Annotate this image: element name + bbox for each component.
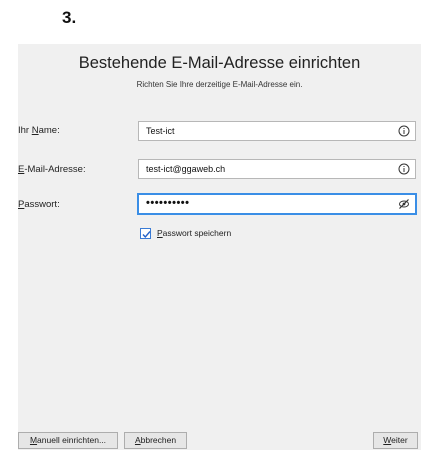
account-setup-dialog: Bestehende E-Mail-Adresse einrichten Ric… [18, 44, 421, 450]
checkmark-icon [142, 231, 151, 239]
name-field[interactable]: Test-ict [138, 121, 416, 141]
info-icon[interactable] [398, 163, 410, 175]
manual-setup-button[interactable]: Manuell einrichten... [18, 432, 118, 449]
email-value: test-ict@ggaweb.ch [146, 164, 226, 174]
name-label: Ihr Name: [18, 125, 60, 136]
remember-password-label: Passwort speichern [157, 228, 232, 238]
name-value: Test-ict [146, 126, 175, 136]
dialog-title: Bestehende E-Mail-Adresse einrichten [78, 54, 361, 72]
eye-slash-icon[interactable] [398, 198, 410, 210]
password-value: •••••••••• [146, 197, 190, 209]
email-field[interactable]: test-ict@ggaweb.ch [138, 159, 416, 179]
next-button[interactable]: Weiter [373, 432, 418, 449]
remember-password-checkbox[interactable] [140, 228, 151, 239]
password-label: Passwort: [18, 199, 60, 210]
step-number: 3. [62, 8, 77, 27]
cancel-button[interactable]: Abbrechen [124, 432, 187, 449]
email-label: E-Mail-Adresse: [18, 164, 86, 175]
info-icon[interactable] [398, 125, 410, 137]
dialog-subtitle: Richten Sie Ihre derzeitige E-Mail-Adres… [136, 80, 303, 89]
password-field[interactable]: •••••••••• [138, 194, 416, 214]
